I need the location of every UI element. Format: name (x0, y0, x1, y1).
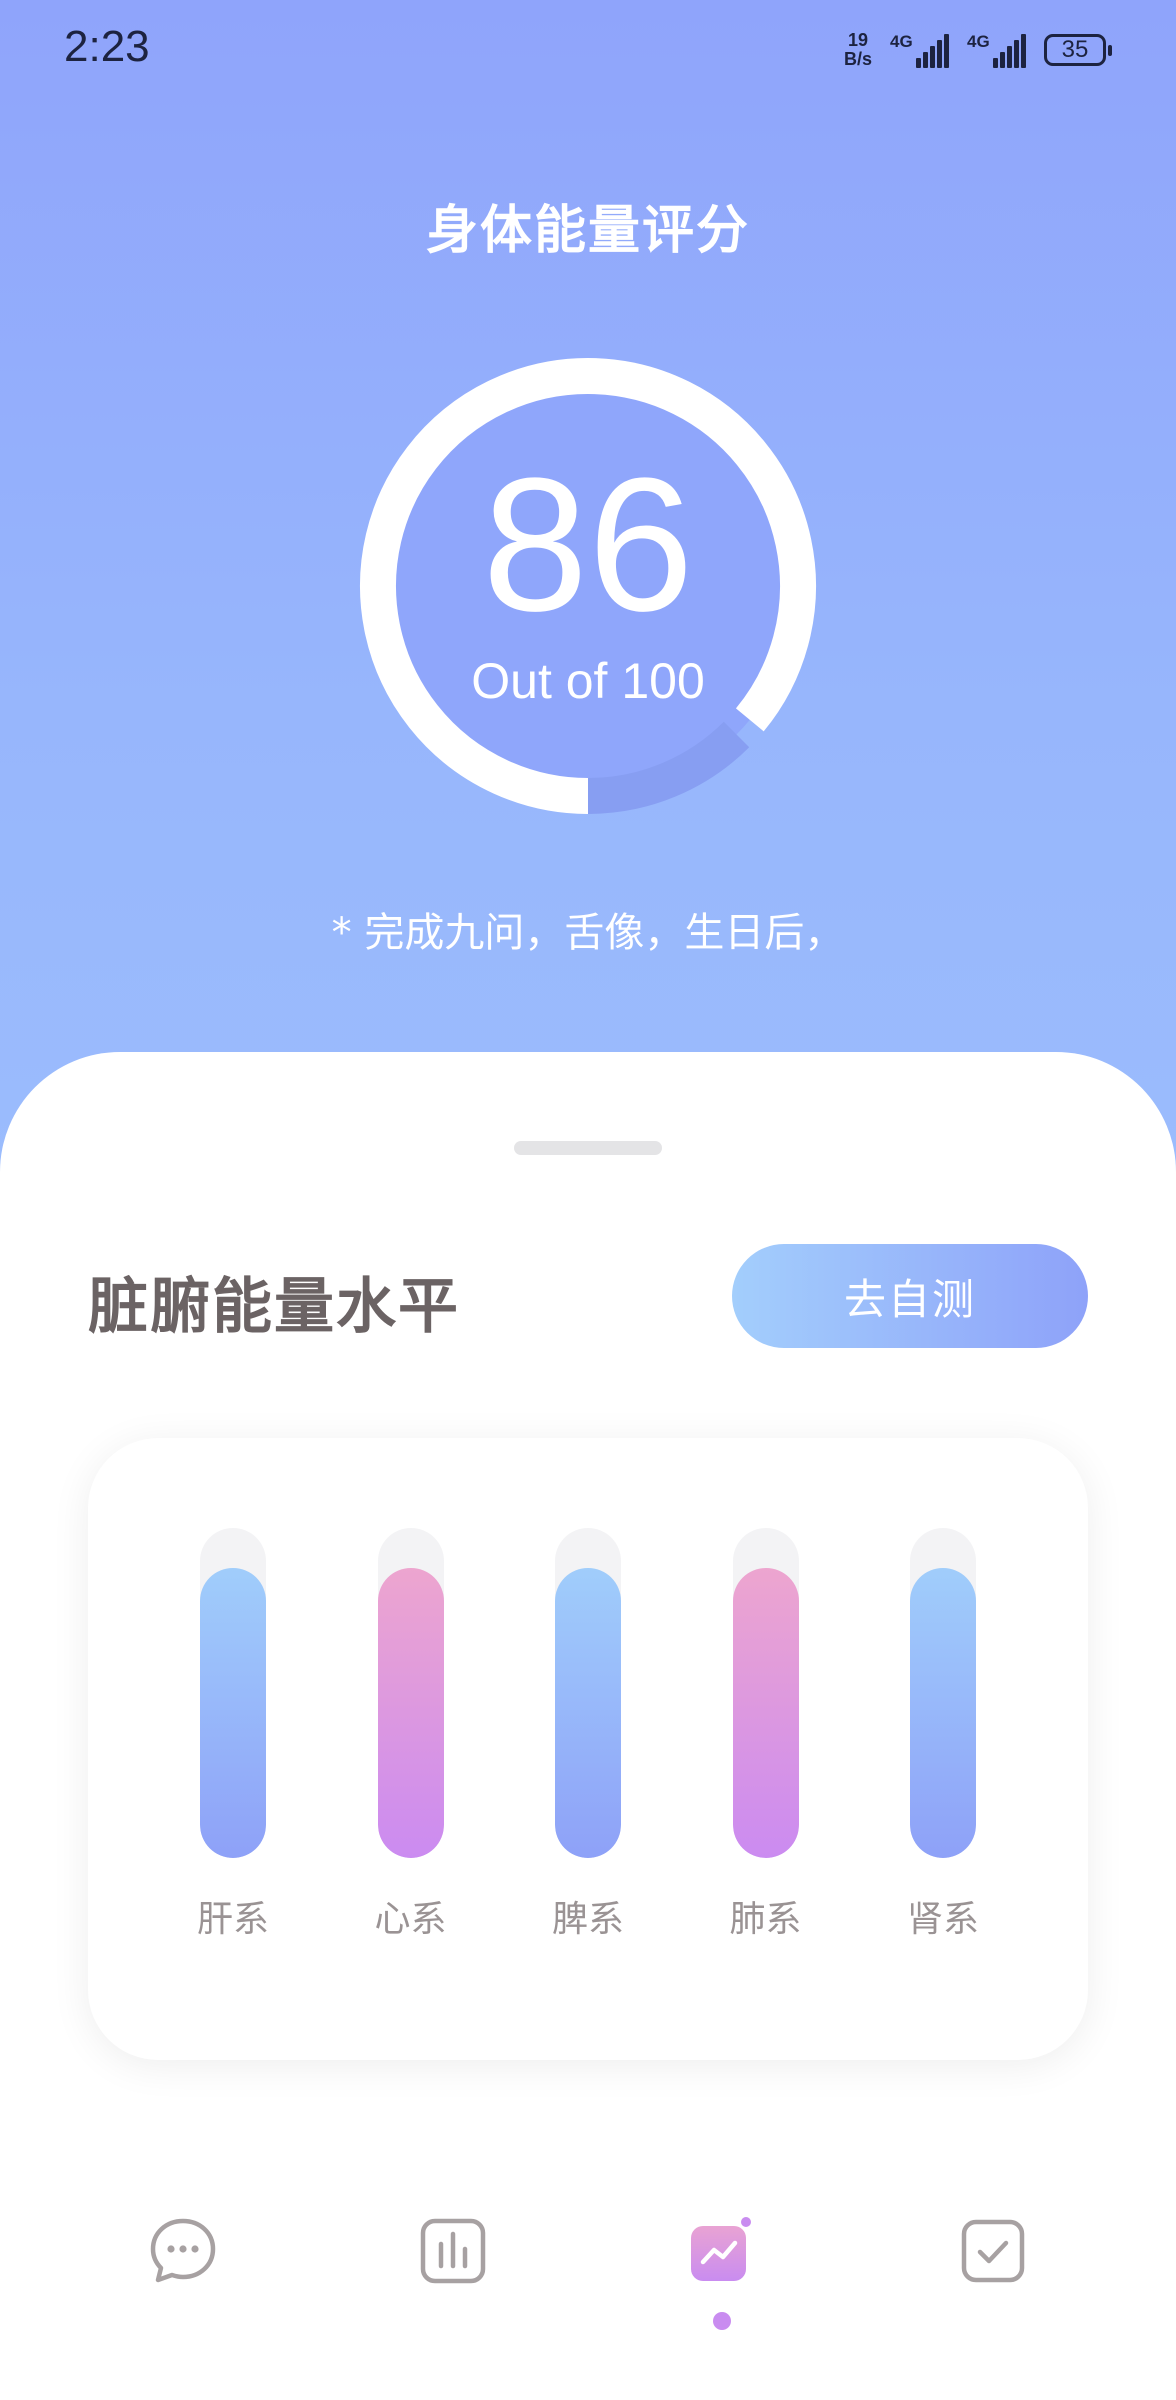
organ-item[interactable]: 心系 (374, 1528, 447, 1998)
organ-bar-fill (732, 1567, 799, 1858)
organ-bar-track (910, 1528, 976, 1858)
battery-level: 35 (1061, 36, 1089, 63)
organ-bar-fill (555, 1567, 621, 1858)
signal-icon-sim1: 4G (890, 32, 949, 68)
tab-chat[interactable] (148, 2216, 218, 2286)
status-bar: 2:23 19 B/s 4G 4G 35 (0, 0, 1176, 100)
score-subtitle: Out of 100 (471, 653, 705, 709)
organ-bar-track (377, 1528, 444, 1858)
sim1-network-label: 4G (890, 32, 913, 51)
network-speed-unit: B/s (843, 49, 872, 69)
organ-bar-track (200, 1528, 266, 1858)
network-speed-value: 19 (847, 30, 868, 50)
organ-bar-track (555, 1528, 621, 1858)
organ-item[interactable]: 肾系 (907, 1528, 979, 1998)
organ-label: 心系 (374, 1899, 447, 1940)
score-value: 86 (482, 439, 694, 651)
organ-energy-card: 肝系 心系 脾系 肺系 肾系 (88, 1438, 1088, 2060)
status-indicators: 19 B/s 4G 4G 35 (844, 28, 1112, 72)
sim2-network-label: 4G (967, 32, 990, 51)
organ-bars: 肝系 心系 脾系 肺系 肾系 (197, 1528, 979, 1998)
tab-tasks[interactable] (958, 2216, 1028, 2286)
tab-trend[interactable] (686, 2216, 756, 2286)
organ-label: 肝系 (196, 1899, 269, 1940)
score-title: 身体能量评分 (425, 201, 750, 261)
signal-icon-sim2: 4G (967, 32, 1026, 68)
sheet-drag-handle[interactable] (514, 1141, 662, 1155)
organ-label: 肺系 (729, 1899, 802, 1940)
chat-bubble-icon (150, 2218, 216, 2283)
active-tab-indicator (713, 2312, 731, 2330)
battery-icon: 35 (1044, 34, 1112, 66)
screen: 2:23 19 B/s 4G 4G 35 身体能量评分 86 Out of 10… (0, 0, 1176, 2400)
organ-bar-fill (200, 1567, 266, 1858)
organ-item[interactable]: 肝系 (197, 1528, 269, 1998)
trend-chart-icon (691, 2216, 753, 2281)
checkbox-icon (961, 2219, 1025, 2283)
organ-label: 肾系 (906, 1899, 979, 1940)
organ-bar-fill (377, 1567, 444, 1858)
organ-item[interactable]: 肺系 (729, 1528, 802, 1998)
organ-bar-fill (910, 1567, 976, 1858)
section-title: 脏腑能量水平 (88, 1272, 460, 1342)
status-time: 2:23 (64, 22, 150, 71)
bottom-tab-bar (0, 2170, 1176, 2350)
score-note: * 完成九问，舌像，生日后， (331, 910, 845, 956)
organ-label: 脾系 (551, 1899, 624, 1940)
tab-stats[interactable] (418, 2216, 488, 2286)
organ-item[interactable]: 脾系 (552, 1528, 624, 1998)
organ-bar-track (732, 1528, 799, 1858)
bar-chart-icon (420, 2218, 486, 2284)
network-speed: 19 B/s (844, 31, 872, 69)
self-test-button[interactable]: 去自测 (732, 1244, 1088, 1348)
